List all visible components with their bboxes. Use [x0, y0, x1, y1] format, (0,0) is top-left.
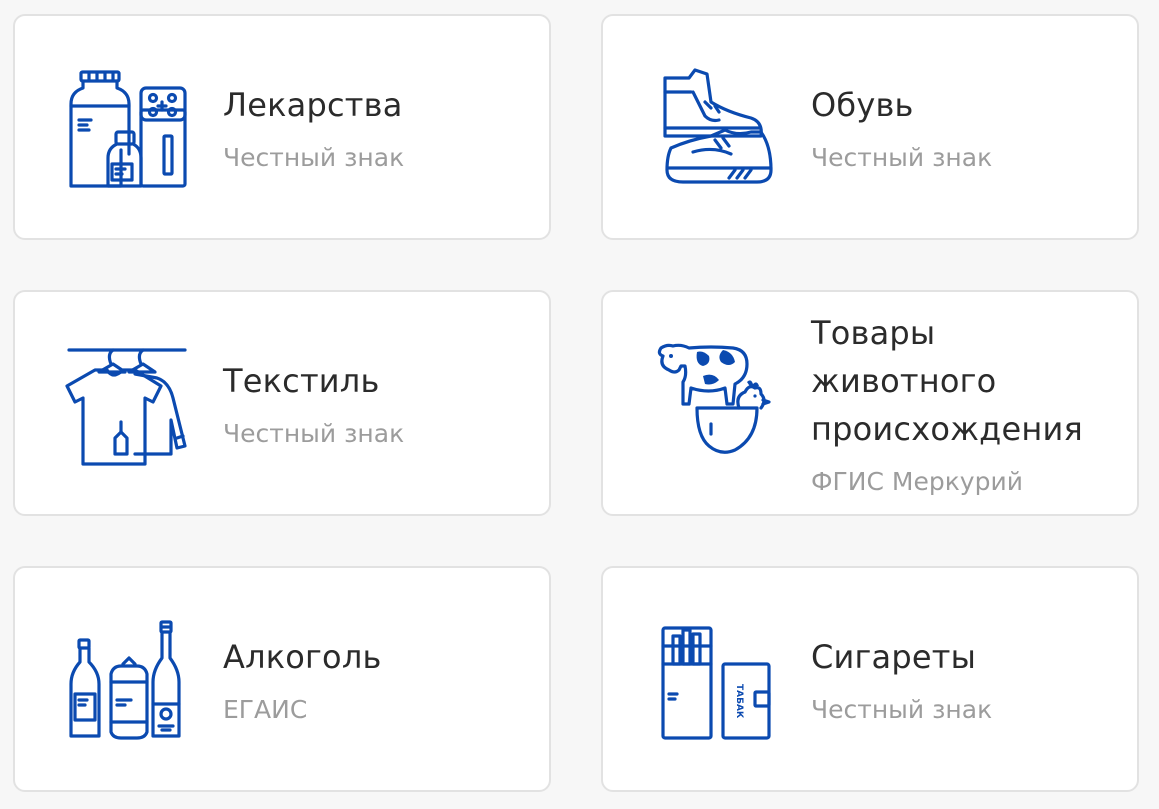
- category-card-textile[interactable]: Текстиль Честный знак: [13, 290, 551, 516]
- category-card-shoes[interactable]: Обувь Честный знак: [601, 14, 1139, 240]
- shoes-icon: [653, 66, 783, 196]
- category-card-animal-products[interactable]: Товары животного происхождения ФГИС Мерк…: [601, 290, 1139, 516]
- cigarettes-icon: ТАБАК: [653, 618, 783, 748]
- card-text: Текстиль Честный знак: [223, 292, 531, 514]
- category-card-medicines[interactable]: Лекарства Честный знак: [13, 14, 551, 240]
- card-subtitle: Честный знак: [223, 143, 405, 172]
- tobacco-label: ТАБАК: [734, 684, 744, 719]
- card-title: Алкоголь: [223, 638, 382, 676]
- card-title: Лекарства: [223, 86, 403, 124]
- category-grid: Лекарства Честный знак Обувь Честный зна…: [13, 14, 1139, 792]
- card-title: Текстиль: [223, 362, 380, 400]
- card-title: Товары животного происхождения: [811, 314, 1083, 448]
- card-text: Алкоголь ЕГАИС: [223, 568, 531, 790]
- alcohol-icon: [65, 618, 195, 748]
- medicine-icon: [65, 66, 195, 196]
- textile-icon: [65, 342, 195, 472]
- card-text: Обувь Честный знак: [811, 16, 1119, 238]
- card-text: Сигареты Честный знак: [811, 568, 1119, 790]
- category-card-alcohol[interactable]: Алкоголь ЕГАИС: [13, 566, 551, 792]
- card-title: Сигареты: [811, 638, 977, 676]
- card-subtitle: Честный знак: [811, 695, 993, 724]
- card-subtitle: ЕГАИС: [223, 695, 308, 724]
- animal-products-icon: [653, 342, 783, 472]
- card-text: Товары животного происхождения ФГИС Мерк…: [811, 292, 1119, 514]
- card-text: Лекарства Честный знак: [223, 16, 531, 238]
- card-subtitle: ФГИС Меркурий: [811, 467, 1023, 496]
- card-title: Обувь: [811, 86, 914, 124]
- category-card-cigarettes[interactable]: ТАБАК Сигареты Честный знак: [601, 566, 1139, 792]
- card-subtitle: Честный знак: [223, 419, 405, 448]
- card-subtitle: Честный знак: [811, 143, 993, 172]
